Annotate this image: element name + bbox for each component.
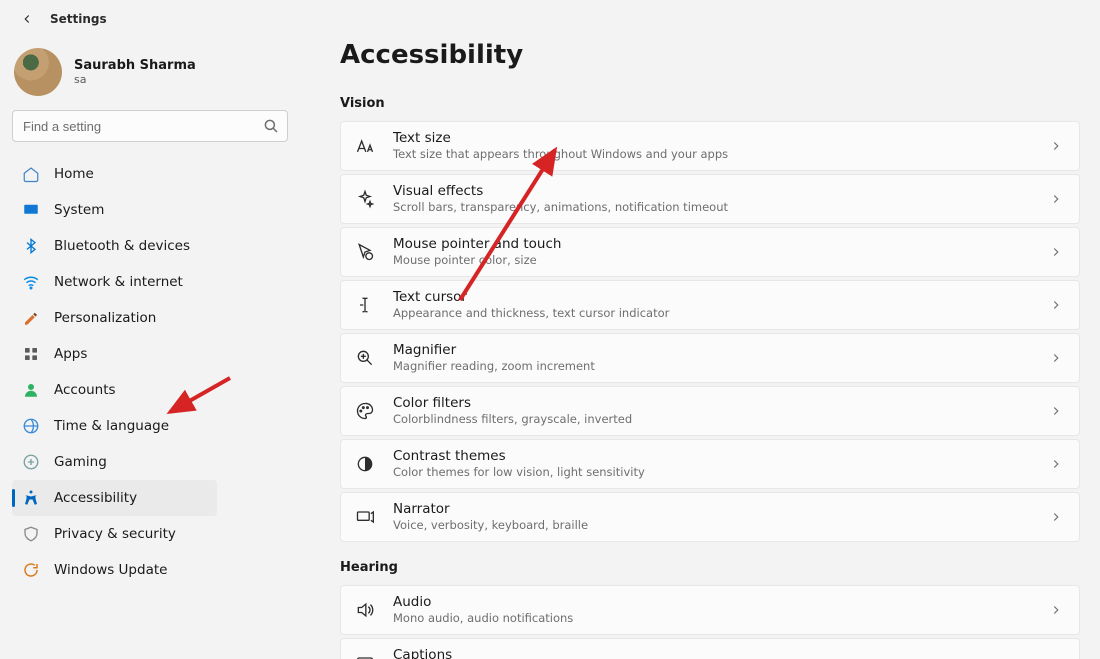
wifi-icon — [22, 273, 40, 291]
sidebar-item-bluetooth[interactable]: Bluetooth & devices — [12, 228, 217, 264]
nav: Home System Bluetooth & devices Network … — [12, 156, 288, 588]
card-title: Contrast themes — [393, 448, 1031, 464]
card-title: Narrator — [393, 501, 1031, 517]
chevron-right-icon — [1049, 457, 1063, 471]
section-label-vision: Vision — [340, 96, 1080, 111]
update-icon — [22, 561, 40, 579]
card-sub: Appearance and thickness, text cursor in… — [393, 306, 1031, 321]
card-sub: Magnifier reading, zoom increment — [393, 359, 1031, 374]
chevron-right-icon — [1049, 245, 1063, 259]
bluetooth-icon — [22, 237, 40, 255]
sidebar-item-home[interactable]: Home — [12, 156, 217, 192]
app-title: Settings — [50, 12, 107, 26]
sidebar: Settings Saurabh Sharma sa Home System — [0, 0, 300, 659]
chevron-right-icon — [1049, 192, 1063, 206]
avatar — [14, 48, 62, 96]
accessibility-icon — [22, 489, 40, 507]
card-text-size[interactable]: Text sizeText size that appears througho… — [340, 121, 1080, 171]
card-title: Captions — [393, 647, 1031, 659]
main: Accessibility Vision Text sizeText size … — [300, 0, 1100, 659]
sidebar-item-label: Apps — [54, 346, 87, 362]
card-captions[interactable]: CaptionsStyles, live captions — [340, 638, 1080, 659]
sidebar-item-label: Time & language — [54, 418, 169, 434]
card-sub: Mouse pointer color, size — [393, 253, 1031, 268]
sparkle-icon — [355, 189, 375, 209]
system-icon — [22, 201, 40, 219]
sidebar-item-label: Privacy & security — [54, 526, 176, 542]
home-icon — [22, 165, 40, 183]
palette-icon — [355, 401, 375, 421]
card-title: Text size — [393, 130, 1031, 146]
chevron-right-icon — [1049, 603, 1063, 617]
card-sub: Mono audio, audio notifications — [393, 611, 1031, 626]
profile-name: Saurabh Sharma — [74, 58, 196, 73]
sidebar-item-label: Personalization — [54, 310, 156, 326]
card-contrast-themes[interactable]: Contrast themesColor themes for low visi… — [340, 439, 1080, 489]
card-mouse-pointer[interactable]: Mouse pointer and touchMouse pointer col… — [340, 227, 1080, 277]
sidebar-item-label: Home — [54, 166, 94, 182]
sidebar-item-label: Accessibility — [54, 490, 137, 506]
card-title: Mouse pointer and touch — [393, 236, 1031, 252]
contrast-icon — [355, 454, 375, 474]
card-title: Color filters — [393, 395, 1031, 411]
sidebar-item-network[interactable]: Network & internet — [12, 264, 217, 300]
section-label-hearing: Hearing — [340, 560, 1080, 575]
speaker-icon — [355, 600, 375, 620]
card-sub: Colorblindness filters, grayscale, inver… — [393, 412, 1031, 427]
clock-globe-icon — [22, 417, 40, 435]
search-input[interactable] — [12, 110, 288, 142]
shield-icon — [22, 525, 40, 543]
sidebar-item-time-language[interactable]: Time & language — [12, 408, 217, 444]
page-title: Accessibility — [340, 40, 1080, 70]
card-visual-effects[interactable]: Visual effectsScroll bars, transparency,… — [340, 174, 1080, 224]
sidebar-item-privacy[interactable]: Privacy & security — [12, 516, 217, 552]
sidebar-item-system[interactable]: System — [12, 192, 217, 228]
card-color-filters[interactable]: Color filtersColorblindness filters, gra… — [340, 386, 1080, 436]
chevron-right-icon — [1049, 298, 1063, 312]
person-icon — [22, 381, 40, 399]
sidebar-item-windows-update[interactable]: Windows Update — [12, 552, 217, 588]
back-button[interactable] — [18, 10, 36, 28]
search-icon — [262, 117, 280, 135]
sidebar-item-label: Accounts — [54, 382, 116, 398]
card-sub: Color themes for low vision, light sensi… — [393, 465, 1031, 480]
arrow-left-icon — [20, 12, 34, 26]
chevron-right-icon — [1049, 351, 1063, 365]
sidebar-item-label: Gaming — [54, 454, 107, 470]
apps-icon — [22, 345, 40, 363]
card-audio[interactable]: AudioMono audio, audio notifications — [340, 585, 1080, 635]
card-sub: Scroll bars, transparency, animations, n… — [393, 200, 1031, 215]
card-title: Audio — [393, 594, 1031, 610]
sidebar-item-label: Network & internet — [54, 274, 183, 290]
card-title: Text cursor — [393, 289, 1031, 305]
captions-icon — [355, 653, 375, 659]
gaming-icon — [22, 453, 40, 471]
card-sub: Voice, verbosity, keyboard, braille — [393, 518, 1031, 533]
profile-email: sa — [74, 73, 196, 86]
sidebar-item-label: Bluetooth & devices — [54, 238, 190, 254]
profile-block[interactable]: Saurabh Sharma sa — [14, 48, 288, 96]
chevron-right-icon — [1049, 510, 1063, 524]
sidebar-item-personalization[interactable]: Personalization — [12, 300, 217, 336]
sidebar-item-label: System — [54, 202, 104, 218]
sidebar-item-gaming[interactable]: Gaming — [12, 444, 217, 480]
card-narrator[interactable]: NarratorVoice, verbosity, keyboard, brai… — [340, 492, 1080, 542]
sidebar-item-accessibility[interactable]: Accessibility — [12, 480, 217, 516]
text-size-icon — [355, 136, 375, 156]
chevron-right-icon — [1049, 404, 1063, 418]
card-sub: Text size that appears throughout Window… — [393, 147, 1031, 162]
card-text-cursor[interactable]: Text cursorAppearance and thickness, tex… — [340, 280, 1080, 330]
sidebar-item-apps[interactable]: Apps — [12, 336, 217, 372]
card-title: Visual effects — [393, 183, 1031, 199]
brush-icon — [22, 309, 40, 327]
card-title: Magnifier — [393, 342, 1031, 358]
sidebar-item-label: Windows Update — [54, 562, 167, 578]
text-cursor-icon — [355, 295, 375, 315]
chevron-right-icon — [1049, 139, 1063, 153]
sidebar-item-accounts[interactable]: Accounts — [12, 372, 217, 408]
card-magnifier[interactable]: MagnifierMagnifier reading, zoom increme… — [340, 333, 1080, 383]
magnifier-icon — [355, 348, 375, 368]
cursor-icon — [355, 242, 375, 262]
narrator-icon — [355, 507, 375, 527]
